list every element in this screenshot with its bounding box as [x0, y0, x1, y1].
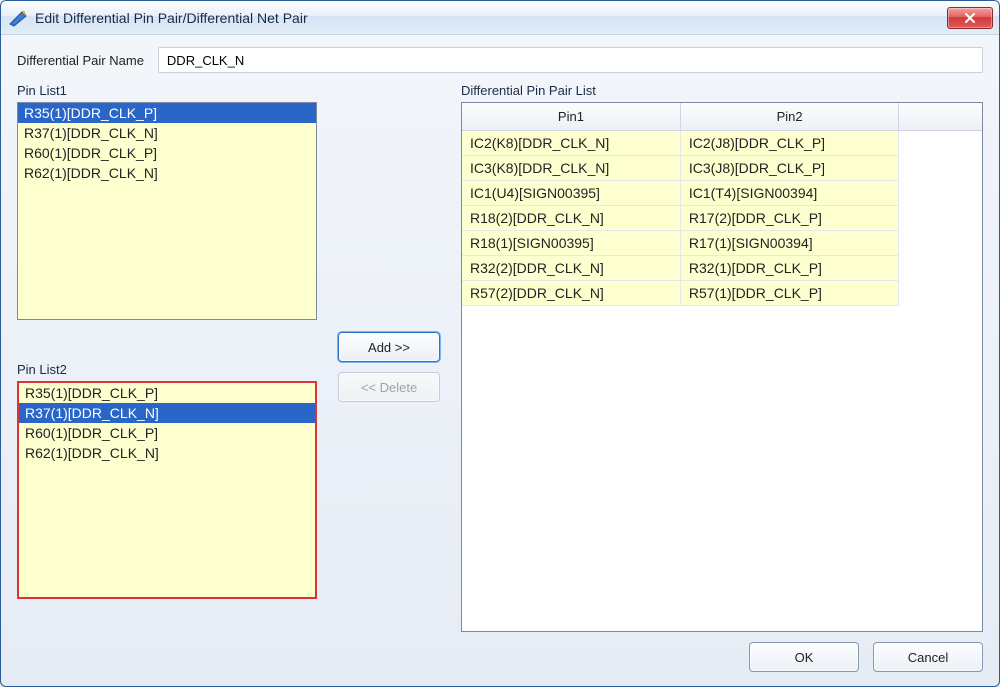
list-item[interactable]: R37(1)[DDR_CLK_N] [18, 123, 316, 143]
cell-spacer [899, 206, 982, 231]
cell-spacer [899, 281, 982, 306]
cell-pin1[interactable]: IC2(K8)[DDR_CLK_N] [462, 131, 680, 156]
dialog-window: Edit Differential Pin Pair/Differential … [0, 0, 1000, 687]
cell-spacer [899, 181, 982, 206]
cell-spacer [899, 256, 982, 281]
cell-pin1[interactable]: R18(1)[SIGN00395] [462, 231, 680, 256]
dialog-footer: OK Cancel [17, 632, 983, 672]
main-grid: Pin List1 R35(1)[DDR_CLK_P]R37(1)[DDR_CL… [17, 83, 983, 632]
diff-pair-name-row: Differential Pair Name [17, 47, 983, 73]
pin-list1[interactable]: R35(1)[DDR_CLK_P]R37(1)[DDR_CLK_N]R60(1)… [17, 102, 317, 320]
table-row[interactable]: R18(1)[SIGN00395]R17(1)[SIGN00394] [462, 231, 982, 256]
cell-pin1[interactable]: R57(2)[DDR_CLK_N] [462, 281, 680, 306]
cell-pin1[interactable]: IC1(U4)[SIGN00395] [462, 181, 680, 206]
table-row[interactable]: IC3(K8)[DDR_CLK_N]IC3(J8)[DDR_CLK_P] [462, 156, 982, 181]
window-title: Edit Differential Pin Pair/Differential … [35, 10, 939, 26]
pair-table-header-row: Pin1 Pin2 [462, 103, 982, 131]
close-button[interactable] [947, 7, 993, 29]
cell-pin2[interactable]: IC2(J8)[DDR_CLK_P] [680, 131, 898, 156]
cell-pin2[interactable]: IC1(T4)[SIGN00394] [680, 181, 898, 206]
table-row[interactable]: R57(2)[DDR_CLK_N]R57(1)[DDR_CLK_P] [462, 281, 982, 306]
col-pin1[interactable]: Pin1 [462, 103, 680, 131]
pin-list1-label: Pin List1 [17, 83, 317, 98]
pin-list2-label: Pin List2 [17, 362, 317, 377]
col-spacer [899, 103, 982, 131]
diff-pair-name-label: Differential Pair Name [17, 53, 144, 68]
cell-spacer [899, 131, 982, 156]
titlebar: Edit Differential Pin Pair/Differential … [1, 1, 999, 35]
cell-pin2[interactable]: R17(1)[SIGN00394] [680, 231, 898, 256]
close-icon [964, 13, 976, 23]
list-item[interactable]: R35(1)[DDR_CLK_P] [18, 103, 316, 123]
pin-list2[interactable]: R35(1)[DDR_CLK_P]R37(1)[DDR_CLK_N]R60(1)… [17, 381, 317, 599]
pair-table[interactable]: Pin1 Pin2 IC2(K8)[DDR_CLK_N]IC2(J8)[DDR_… [462, 103, 982, 306]
cell-pin1[interactable]: R18(2)[DDR_CLK_N] [462, 206, 680, 231]
app-icon [9, 9, 27, 27]
add-button[interactable]: Add >> [338, 332, 440, 362]
col-pin2[interactable]: Pin2 [680, 103, 898, 131]
pair-list-frame: Pin1 Pin2 IC2(K8)[DDR_CLK_N]IC2(J8)[DDR_… [461, 102, 983, 632]
list-item[interactable]: R62(1)[DDR_CLK_N] [18, 163, 316, 183]
cell-pin2[interactable]: IC3(J8)[DDR_CLK_P] [680, 156, 898, 181]
diff-pair-name-input[interactable] [158, 47, 983, 73]
pair-list-label: Differential Pin Pair List [461, 83, 983, 98]
list-item[interactable]: R60(1)[DDR_CLK_P] [19, 423, 315, 443]
list-item[interactable]: R60(1)[DDR_CLK_P] [18, 143, 316, 163]
cell-pin2[interactable]: R57(1)[DDR_CLK_P] [680, 281, 898, 306]
list-item[interactable]: R37(1)[DDR_CLK_N] [19, 403, 315, 423]
cell-spacer [899, 231, 982, 256]
ok-button[interactable]: OK [749, 642, 859, 672]
table-row[interactable]: IC2(K8)[DDR_CLK_N]IC2(J8)[DDR_CLK_P] [462, 131, 982, 156]
cell-pin2[interactable]: R17(2)[DDR_CLK_P] [680, 206, 898, 231]
transfer-buttons: Add >> << Delete [329, 102, 449, 632]
cell-pin2[interactable]: R32(1)[DDR_CLK_P] [680, 256, 898, 281]
list-item[interactable]: R62(1)[DDR_CLK_N] [19, 443, 315, 463]
delete-button[interactable]: << Delete [338, 372, 440, 402]
cell-pin1[interactable]: IC3(K8)[DDR_CLK_N] [462, 156, 680, 181]
table-row[interactable]: R18(2)[DDR_CLK_N]R17(2)[DDR_CLK_P] [462, 206, 982, 231]
cell-spacer [899, 156, 982, 181]
table-row[interactable]: IC1(U4)[SIGN00395]IC1(T4)[SIGN00394] [462, 181, 982, 206]
cell-pin1[interactable]: R32(2)[DDR_CLK_N] [462, 256, 680, 281]
pair-list-pane: Pin1 Pin2 IC2(K8)[DDR_CLK_N]IC2(J8)[DDR_… [461, 102, 983, 632]
cancel-button[interactable]: Cancel [873, 642, 983, 672]
table-row[interactable]: R32(2)[DDR_CLK_N]R32(1)[DDR_CLK_P] [462, 256, 982, 281]
list-item[interactable]: R35(1)[DDR_CLK_P] [19, 383, 315, 403]
dialog-body: Differential Pair Name Pin List1 R35(1)[… [1, 35, 999, 686]
